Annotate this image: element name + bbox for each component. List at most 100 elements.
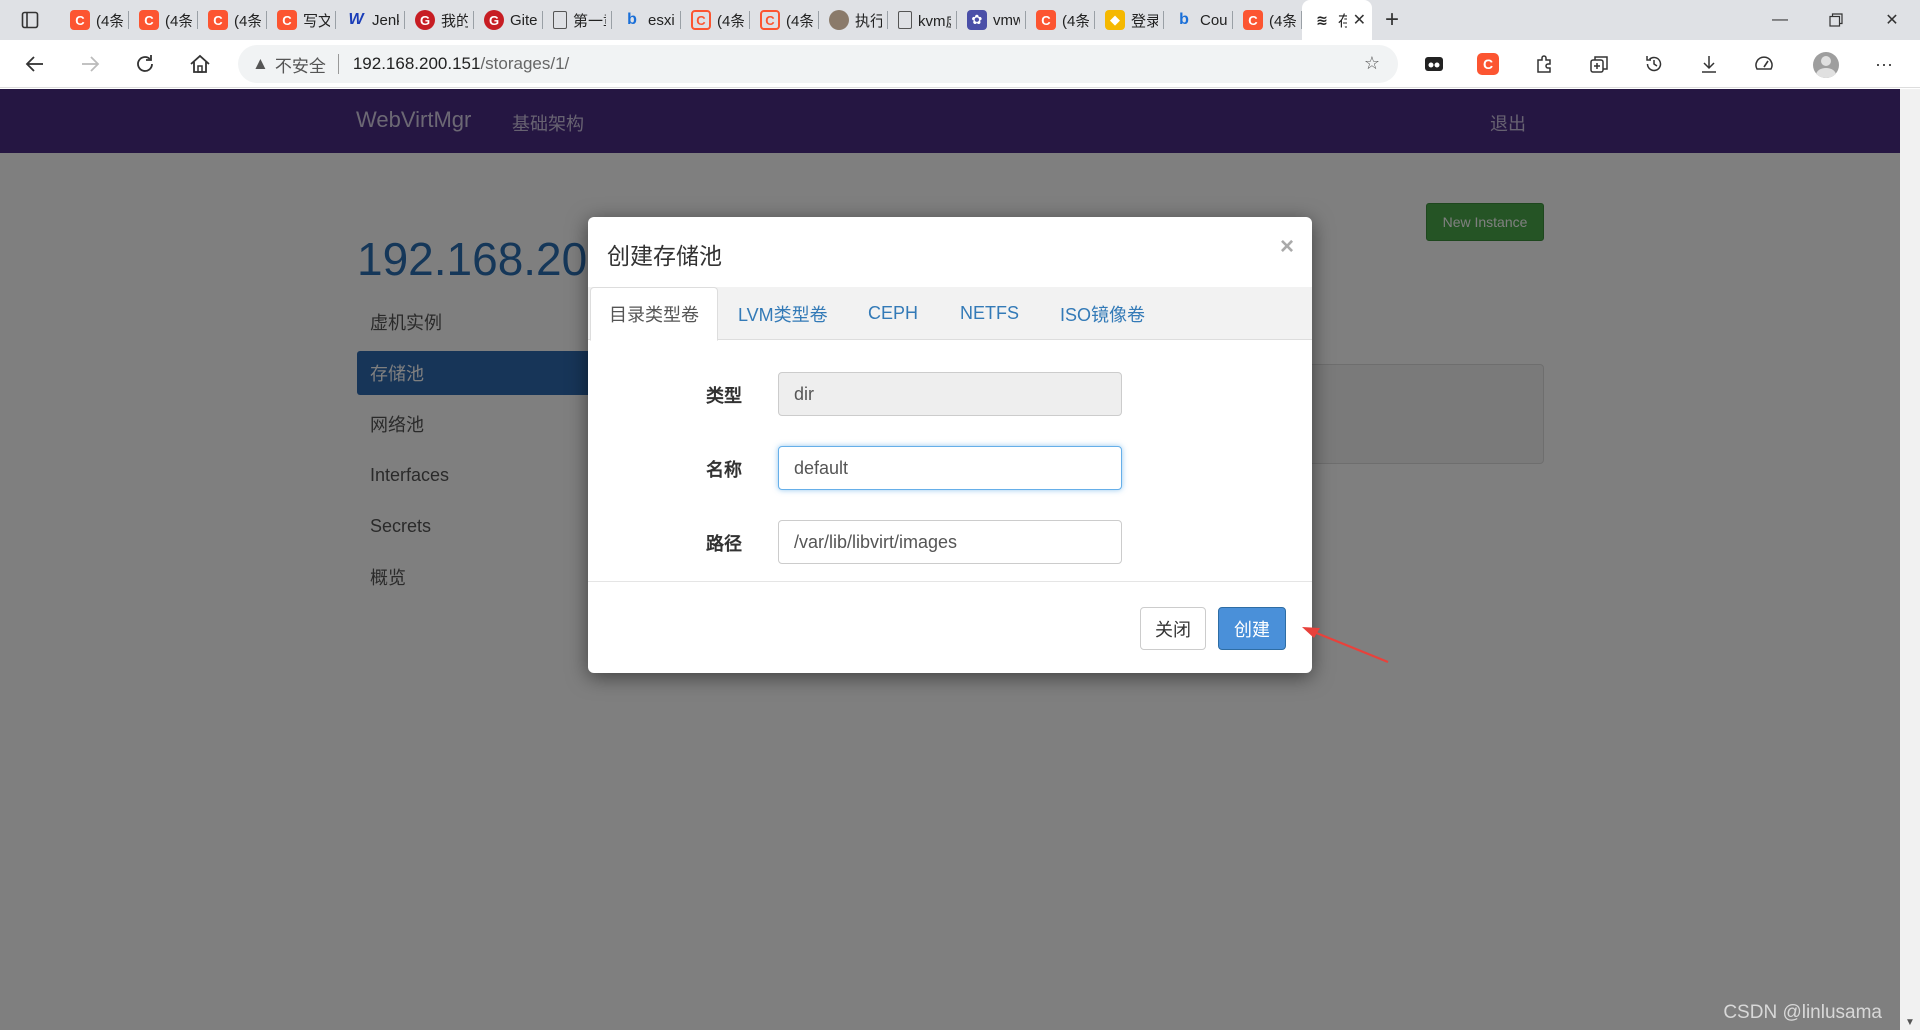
- profile-avatar[interactable]: [1813, 52, 1839, 78]
- new-tab-button[interactable]: +: [1372, 0, 1412, 40]
- minimize-button[interactable]: —: [1752, 0, 1808, 40]
- reload-button[interactable]: [123, 40, 167, 88]
- browser-tab[interactable]: ✿ vmwa: [957, 0, 1026, 40]
- key-favicon-icon: ◆: [1105, 10, 1125, 30]
- tab-ceph[interactable]: CEPH: [868, 287, 918, 340]
- minimize-icon: —: [1772, 11, 1788, 28]
- tab-title: 写文章: [303, 12, 330, 30]
- ai-favicon-icon: ≋: [1316, 11, 1328, 28]
- tab-title: 执行命: [855, 12, 882, 30]
- tab-title: (4条消: [1062, 12, 1089, 30]
- home-button[interactable]: [178, 40, 222, 88]
- tab-iso[interactable]: ISO镜像卷: [1060, 287, 1145, 340]
- scroll-down-icon[interactable]: ▼: [1905, 1017, 1915, 1028]
- csdn-favicon-icon: C: [277, 10, 297, 30]
- bing-favicon-icon: b: [1179, 11, 1189, 28]
- close-icon[interactable]: ×: [1280, 233, 1294, 261]
- browser-tab[interactable]: b esxi -: [612, 0, 681, 40]
- extension-tabs-icon[interactable]: [1420, 50, 1448, 78]
- browser-tab[interactable]: 第一章: [543, 0, 612, 40]
- collections-icon[interactable]: [1585, 50, 1613, 78]
- tab-title: Could: [1200, 11, 1227, 29]
- tab-title: (4条消: [165, 12, 192, 30]
- name-field[interactable]: [778, 446, 1122, 490]
- tab-title: Gitee: [510, 11, 537, 29]
- csdn-favicon-icon: C: [139, 10, 159, 30]
- browser-tab[interactable]: C (4条消: [1233, 0, 1302, 40]
- browser-tab[interactable]: ◆ 登录: [1095, 0, 1164, 40]
- close-tab-icon[interactable]: ✕: [1353, 10, 1366, 30]
- type-field: [778, 372, 1122, 416]
- extensions-puzzle-icon[interactable]: [1530, 50, 1558, 78]
- performance-icon[interactable]: [1750, 50, 1778, 78]
- csdn-favicon-icon: C: [70, 10, 90, 30]
- form-row-name: 名称: [588, 446, 1312, 490]
- browser-tab[interactable]: b Could: [1164, 0, 1233, 40]
- tab-strip: C (4条消 C (4条消 C (4条消 C 写文章 W Jenkins G 我的工 G Gitee 第一章…: [60, 0, 1372, 40]
- browser-tab[interactable]: 执行命: [819, 0, 888, 40]
- close-icon: ✕: [1885, 12, 1899, 29]
- url-host: 192.168.200.151: [352, 54, 481, 73]
- web-page: WebVirtMgr 基础架构 退出 192.168.200.151 New I…: [0, 89, 1900, 1030]
- tab-actions-button[interactable]: [0, 0, 60, 40]
- add-favorite-icon[interactable]: ☆: [1364, 53, 1380, 74]
- browser-tab[interactable]: W Jenkins: [336, 0, 405, 40]
- window-controls: — ✕: [1752, 0, 1920, 40]
- browser-tab[interactable]: ≋ 存 ✕: [1302, 0, 1372, 40]
- restore-icon: [1829, 13, 1843, 27]
- back-button[interactable]: [13, 40, 57, 88]
- plus-icon: +: [1384, 6, 1399, 33]
- security-label[interactable]: 不安全: [275, 52, 326, 77]
- create-storage-pool-dialog: 创建存储池 × 目录类型卷 LVM类型卷 CEPH NETFS ISO镜像卷 类…: [588, 217, 1312, 673]
- tab-title: esxi -: [648, 11, 675, 29]
- tab-dir[interactable]: 目录类型卷: [590, 287, 718, 341]
- url-path: /storages/1/: [480, 54, 570, 73]
- tab-title: (4条消: [96, 12, 123, 30]
- browser-tab[interactable]: C 写文章: [267, 0, 336, 40]
- tab-title: 存: [1338, 12, 1347, 30]
- tab-title: 我的工: [441, 12, 468, 30]
- browser-tab[interactable]: kvm虚: [888, 0, 957, 40]
- tab-title: kvm虚: [918, 12, 951, 30]
- csdn-out-favicon-icon: C: [760, 10, 780, 30]
- browser-tab[interactable]: C (4条消: [60, 0, 129, 40]
- tab-title: vmwa: [993, 11, 1020, 29]
- restore-button[interactable]: [1808, 0, 1864, 40]
- address-bar[interactable]: ▲ 不安全 192.168.200.151/storages/1/ ☆: [238, 45, 1398, 83]
- path-field[interactable]: [778, 520, 1122, 564]
- csdn-favicon-icon: C: [1036, 10, 1056, 30]
- close-button[interactable]: 关闭: [1140, 607, 1206, 650]
- close-window-button[interactable]: ✕: [1864, 0, 1920, 40]
- browser-toolbar: ▲ 不安全 192.168.200.151/storages/1/ ☆ C ··…: [0, 40, 1920, 88]
- tab-title: 第一章: [573, 12, 606, 30]
- tab-title: 登录: [1131, 12, 1158, 30]
- bing-favicon-icon: b: [627, 11, 637, 28]
- tab-lvm[interactable]: LVM类型卷: [738, 287, 828, 340]
- person-favicon-icon: [829, 10, 849, 30]
- tab-title: (4条消: [717, 12, 744, 30]
- modal-title: 创建存储池: [607, 243, 722, 269]
- tab-actions-icon: [21, 11, 39, 29]
- browser-tab[interactable]: C (4条消: [198, 0, 267, 40]
- download-icon[interactable]: [1695, 50, 1723, 78]
- forward-button[interactable]: [68, 40, 112, 88]
- g-favicon-icon: G: [484, 10, 504, 30]
- browser-tab[interactable]: C (4条消: [129, 0, 198, 40]
- browser-tab[interactable]: G Gitee: [474, 0, 543, 40]
- browser-tab[interactable]: C (4条消: [681, 0, 750, 40]
- annotation-arrow: [1302, 627, 1389, 664]
- create-button[interactable]: 创建: [1218, 607, 1286, 650]
- history-icon[interactable]: [1640, 50, 1668, 78]
- form-row-path: 路径: [588, 520, 1312, 564]
- warning-icon[interactable]: ▲: [252, 54, 269, 74]
- page-scrollbar[interactable]: ▼: [1900, 89, 1920, 1030]
- home-icon: [190, 54, 210, 73]
- browser-tab[interactable]: G 我的工: [405, 0, 474, 40]
- csdn-extension-icon[interactable]: C: [1477, 53, 1499, 75]
- more-menu-icon[interactable]: ···: [1870, 50, 1898, 78]
- browser-tab[interactable]: C (4条消: [750, 0, 819, 40]
- browser-tab[interactable]: C (4条消: [1026, 0, 1095, 40]
- tab-title: (4条消: [786, 12, 813, 30]
- tab-netfs[interactable]: NETFS: [960, 287, 1019, 340]
- csdn-out-favicon-icon: C: [691, 10, 711, 30]
